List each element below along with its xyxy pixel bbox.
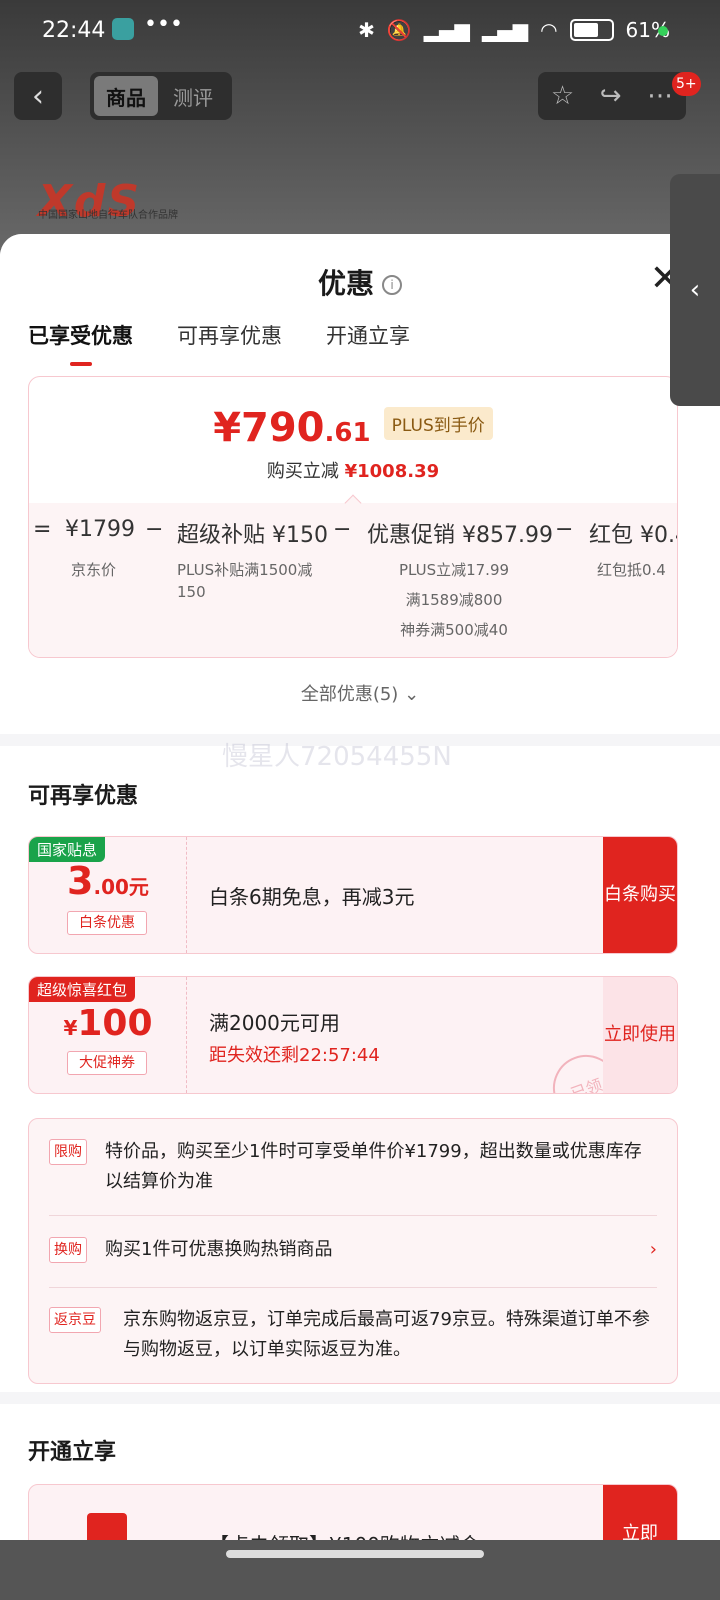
chevron-right-icon: ›	[649, 1239, 657, 1260]
reduce-value: ¥1008.39	[344, 461, 440, 482]
watermark: 慢星人72054455N	[222, 742, 452, 772]
favorite-star-icon[interactable]: ☆	[551, 81, 574, 111]
open-offers-title: 开通立享	[28, 1440, 117, 1465]
baitiao-buy-button[interactable]: 白条购买	[603, 837, 677, 953]
coupon-small-tag: 大促神券	[67, 1051, 147, 1075]
promo-discount: 优惠促销 ¥857.99	[367, 523, 553, 548]
reduce-line: 购买立减 ¥1008.39	[29, 457, 677, 483]
sheet-title-text: 优惠	[317, 267, 374, 300]
status-more-icon: •••	[144, 12, 183, 37]
coupon-amount: ¥100	[29, 1003, 187, 1044]
coupon-desc: 满2000元可用	[209, 1011, 340, 1035]
more-icon[interactable]: ⋯	[647, 81, 673, 111]
coupon-value-area: 超级惊喜红包 ¥100 大促神券	[29, 977, 187, 1093]
coupon-value-area: 国家贴息 3.00元 白条优惠	[29, 837, 187, 953]
nav-bar	[0, 1540, 720, 1600]
android-app-icon	[112, 18, 134, 40]
equals-sign: =	[33, 517, 52, 542]
discount-sheet: 优惠 i ✕ 已享受优惠 可再享优惠 开通立享 ¥790.61 PLUS到手价 购…	[0, 234, 720, 1600]
status-time: 22:44	[42, 18, 106, 43]
offer-notes: 限购 特价品，购买至少1件时可享受单件价¥1799，超出数量或优惠库存以结算价为…	[28, 1118, 678, 1384]
info-icon[interactable]: i	[382, 275, 402, 295]
coupon-amount-int: 100	[77, 1003, 153, 1044]
more-offers-title: 可再享优惠	[28, 784, 139, 809]
jd-price-desc: 京东价	[71, 561, 117, 579]
minus-sign: −	[145, 517, 164, 542]
coupon-desc: 白条6期免息，再减3元	[209, 885, 415, 909]
coupon-amount: 3.00元	[29, 859, 187, 903]
tab-open-offers[interactable]: 开通立享	[326, 320, 410, 350]
super-subsidy-desc: PLUS补贴满1500减150	[177, 561, 313, 601]
note-tag: 换购	[49, 1237, 87, 1263]
super-subsidy: 超级补贴 ¥150	[177, 523, 328, 548]
note-text: 购买1件可优惠换购热销商品	[105, 1239, 333, 1260]
all-discounts-link[interactable]: 全部优惠(5) ⌄	[0, 680, 720, 706]
battery-icon	[569, 19, 614, 41]
tab-product[interactable]: 商品	[94, 76, 158, 116]
note-tag: 限购	[49, 1139, 87, 1165]
minus-sign: −	[555, 517, 574, 542]
promo-desc-line: PLUS立减17.99	[398, 561, 510, 579]
status-right: ✱ 🔕 ▂▄▆ ▂▄▆ ◠ 61%	[358, 18, 670, 42]
price-breakdown: = ¥1799 − 超级补贴 ¥150 − 优惠促销 ¥857.99 − 红包 …	[29, 503, 677, 657]
coupon-tag: 超级惊喜红包	[29, 977, 136, 1002]
discount-tabs: 已享受优惠 可再享优惠 开通立享	[28, 320, 410, 366]
note-text: 京东购物返京豆，订单完成后最高可返79京豆。特殊渠道订单不参与购物返豆，以订单实…	[123, 1309, 650, 1360]
coupon-currency: ¥	[63, 1016, 78, 1040]
chevron-left-icon: ‹	[32, 78, 44, 114]
tab-review[interactable]: 测评	[158, 82, 228, 111]
coupon-amount-int: 3	[67, 859, 94, 903]
note-tag: 返京豆	[49, 1307, 101, 1333]
promo-desc: PLUS立减17.99 满1589减800 神券满500减40	[389, 559, 519, 641]
tab-more-offers[interactable]: 可再享优惠	[177, 320, 282, 350]
message-badge: 5+	[672, 72, 701, 96]
note-text: 特价品，购买至少1件时可享受单件价¥1799，超出数量或优惠库存以结算价为准	[105, 1141, 642, 1192]
plus-price-tag: PLUS到手价	[383, 407, 493, 440]
note-jingdou: 返京豆 京东购物返京豆，订单完成后最高可返79京豆。特殊渠道订单不参与购物返豆，…	[49, 1305, 657, 1365]
price-summary: ¥790.61 PLUS到手价 购买立减 ¥1008.39	[29, 377, 677, 503]
minus-sign: −	[333, 517, 352, 542]
brand-subtitle: 中国国家山地自行车队合作品牌	[38, 210, 178, 221]
redpack-desc: 红包抵0.4	[597, 561, 666, 579]
redpack-discount: 红包 ¥0.4	[589, 523, 677, 548]
use-now-button[interactable]: 立即使用	[603, 977, 677, 1093]
promo-desc-line: 神券满500减40	[400, 621, 508, 639]
final-price: ¥790.61 PLUS到手价	[29, 405, 677, 451]
nav-actions: ☆ ↪ ⋯	[538, 72, 686, 120]
more-offers-section: 可再享优惠 国家贴息 3.00元 白条优惠 白条6期免息，再减3元 白条购买 超…	[0, 746, 720, 1392]
back-button[interactable]: ‹	[14, 72, 62, 120]
divider	[49, 1215, 657, 1216]
note-tradein[interactable]: 换购 购买1件可优惠换购热销商品 ›	[49, 1235, 657, 1265]
mute-bell-icon: 🔕	[386, 18, 412, 42]
status-bar: 22:44 ••• ✱ 🔕 ▂▄▆ ▂▄▆ ◠ 61%	[0, 0, 720, 64]
chevron-down-icon: ⌄	[404, 684, 420, 705]
signal-5g-2-icon: ▂▄▆	[481, 18, 529, 42]
signal-5g-icon: ▂▄▆	[423, 18, 470, 42]
note-limit: 限购 特价品，购买至少1件时可享受单件价¥1799，超出数量或优惠库存以结算价为…	[49, 1137, 657, 1197]
product-review-toggle: 商品 测评	[90, 72, 232, 120]
home-indicator[interactable]	[226, 1550, 484, 1558]
side-collapse-tab[interactable]: ‹	[670, 174, 720, 406]
privacy-dot-indicator	[658, 26, 668, 36]
all-discounts-label: 全部优惠(5)	[300, 684, 399, 705]
coupon-amount-dec: .00元	[93, 875, 149, 899]
coupon-card-installment: 国家贴息 3.00元 白条优惠 白条6期免息，再减3元 白条购买	[28, 836, 678, 954]
reduce-label: 购买立减	[266, 461, 339, 482]
enjoyed-section: 优惠 i ✕ 已享受优惠 可再享优惠 开通立享 ¥790.61 PLUS到手价 购…	[0, 234, 720, 734]
price-card: ¥790.61 PLUS到手价 购买立减 ¥1008.39 = ¥1799 − …	[28, 376, 678, 658]
price-decimal: .61	[324, 418, 371, 448]
coupon-card-redpack: 超级惊喜红包 ¥100 大促神券 满2000元可用 距失效还剩22:57:44 …	[28, 976, 678, 1094]
promo-desc-line: 满1589减800	[405, 591, 503, 609]
divider	[49, 1287, 657, 1288]
sheet-title: 优惠 i	[0, 262, 720, 302]
coupon-small-tag: 白条优惠	[67, 911, 147, 935]
price-integer: ¥790	[213, 405, 325, 451]
tab-enjoyed[interactable]: 已享受优惠	[28, 320, 133, 366]
jd-price: ¥1799	[65, 517, 135, 542]
share-icon[interactable]: ↪	[600, 81, 622, 111]
wifi-icon: ◠	[540, 18, 558, 42]
bluetooth-icon: ✱	[358, 18, 375, 42]
chevron-left-icon: ‹	[689, 275, 701, 305]
coupon-countdown: 距失效还剩22:57:44	[209, 1045, 380, 1066]
